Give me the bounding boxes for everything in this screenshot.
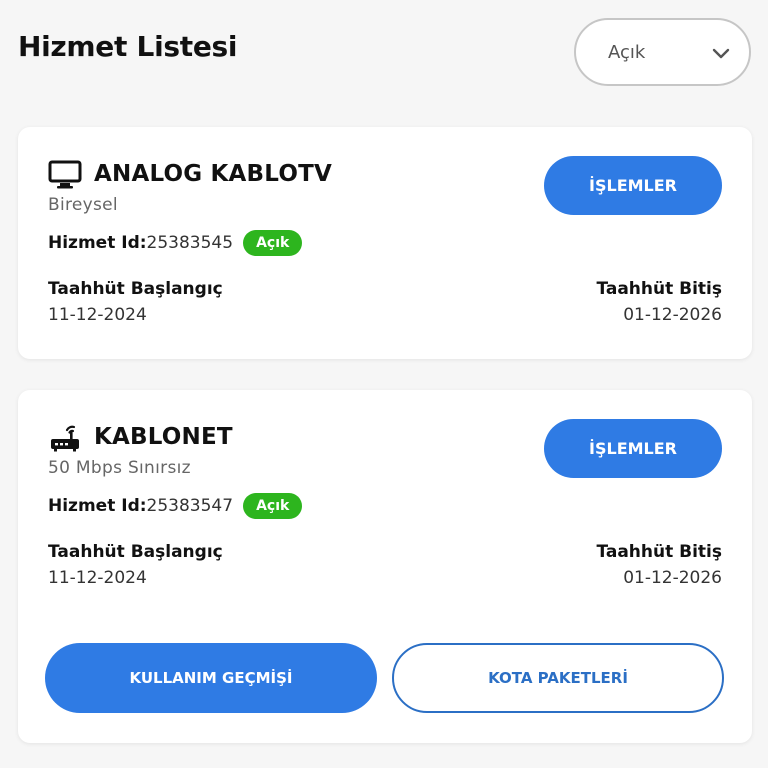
usage-history-button[interactable]: KULLANIM GEÇMİŞİ [45, 643, 377, 713]
status-badge: Açık [243, 230, 303, 256]
actions-button[interactable]: İŞLEMLER [544, 156, 722, 215]
actions-button[interactable]: İŞLEMLER [544, 419, 722, 478]
service-header: KABLONET [48, 420, 233, 454]
commitment-start: Taahhüt Başlangıç 11-12-2024 [48, 542, 223, 588]
service-id-row: Hizmet Id: 25383545 Açık [48, 230, 303, 256]
service-card: ANALOG KABLOTV Bireysel Hizmet Id: 25383… [18, 127, 752, 359]
service-subtitle: Bireysel [48, 195, 118, 215]
commitment-start-value: 11-12-2024 [48, 305, 147, 325]
page-title: Hizmet Listesi [18, 30, 238, 63]
quota-packages-button[interactable]: KOTA PAKETLERİ [392, 643, 724, 713]
service-id-label: Hizmet Id: [48, 233, 147, 253]
service-id-value: 25383547 [146, 496, 234, 516]
commitment-start-label: Taahhüt Başlangıç [48, 279, 223, 299]
service-id-value: 25383545 [146, 233, 234, 253]
service-name: KABLONET [94, 424, 233, 450]
commitment-start-value: 11-12-2024 [48, 568, 147, 588]
service-id-row: Hizmet Id: 25383547 Açık [48, 493, 303, 519]
router-icon [51, 425, 79, 452]
commitment-end-label: Taahhüt Bitiş [596, 279, 722, 299]
service-card: KABLONET 50 Mbps Sınırsız Hizmet Id: 253… [18, 390, 752, 743]
service-subtitle: 50 Mbps Sınırsız [48, 458, 191, 478]
service-header: ANALOG KABLOTV [48, 157, 332, 191]
commitment-start: Taahhüt Başlangıç 11-12-2024 [48, 279, 223, 325]
commitment-end: Taahhüt Bitiş 01-12-2026 [596, 279, 722, 325]
service-name: ANALOG KABLOTV [94, 161, 332, 187]
tv-icon [48, 160, 82, 189]
status-filter-value: Açık [608, 41, 646, 63]
commitment-end: Taahhüt Bitiş 01-12-2026 [596, 542, 722, 588]
service-id-label: Hizmet Id: [48, 496, 147, 516]
commitment-start-label: Taahhüt Başlangıç [48, 542, 223, 562]
commitment-end-value: 01-12-2026 [623, 568, 722, 588]
status-badge: Açık [243, 493, 303, 519]
status-filter-select[interactable]: Açık [574, 18, 751, 86]
chevron-down-icon [712, 48, 730, 59]
commitment-end-value: 01-12-2026 [623, 305, 722, 325]
commitment-end-label: Taahhüt Bitiş [596, 542, 722, 562]
